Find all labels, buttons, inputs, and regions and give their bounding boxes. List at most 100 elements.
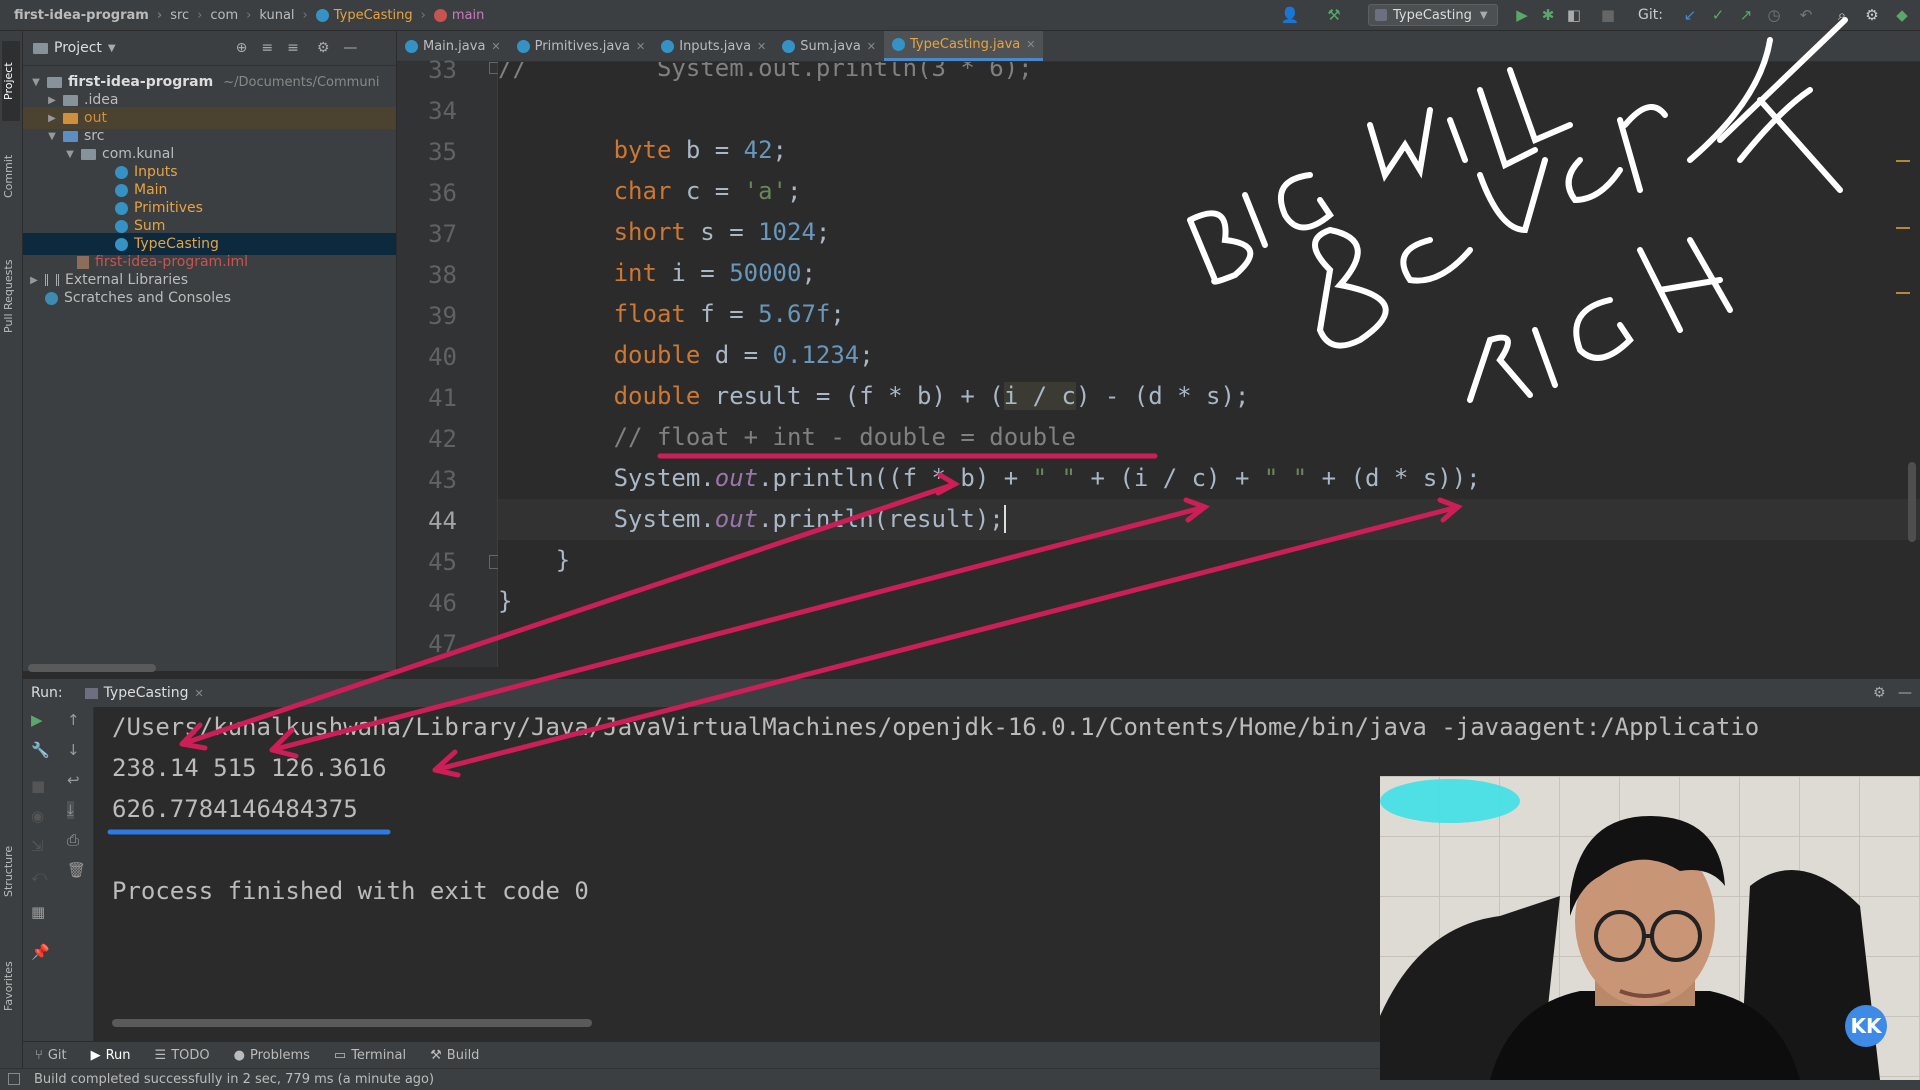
breadcrumb-class[interactable]: TypeCasting › — [312, 8, 430, 23]
layout-icon[interactable]: ▦ — [31, 903, 45, 921]
arrow-up-icon[interactable]: ↑ — [67, 711, 80, 729]
breadcrumb-project[interactable]: first-idea-program › — [0, 8, 166, 23]
git-commit-icon[interactable]: ✓ — [1708, 5, 1728, 25]
code-line: // System.out.println(3 * 6); — [498, 62, 1033, 82]
run-toolbar-primary: ▶ 🔧 ■ ◉ ⇲ ⤺ ▦ 📌 — [23, 707, 59, 1041]
rollback-icon[interactable]: ↶ — [1796, 5, 1816, 25]
tree-item-scratches[interactable]: Scratches and Consoles — [23, 287, 396, 309]
print-icon[interactable]: ⎙ — [67, 831, 79, 849]
run-configuration-select[interactable]: TypeCasting ▼ — [1368, 4, 1498, 26]
expand-arrow-icon[interactable]: ▶ — [45, 113, 59, 124]
tab-sum[interactable]: Sum.java ✕ — [774, 31, 884, 61]
collapse-all-icon[interactable]: ≡ — [287, 40, 299, 56]
run-tool-tab[interactable]: ▶ Run — [79, 1048, 143, 1063]
tab-inputs[interactable]: Inputs.java ✕ — [653, 31, 774, 61]
restore-icon[interactable]: ⤺ — [31, 867, 47, 885]
close-icon[interactable]: ✕ — [867, 40, 876, 53]
java-class-icon — [315, 8, 329, 22]
breadcrumb-method[interactable]: main — [430, 8, 488, 23]
favorites-tool-tab[interactable]: Favorites — [2, 931, 20, 1041]
code-line-current: System.out.println(result); — [498, 499, 1920, 540]
tab-typecasting[interactable]: TypeCasting.java ✕ — [884, 31, 1044, 61]
structure-tool-tab[interactable]: Structure — [2, 821, 20, 921]
stop-icon[interactable]: ■ — [31, 777, 45, 795]
gear-icon[interactable]: ⚙ — [317, 40, 330, 56]
close-icon[interactable]: ✕ — [757, 40, 766, 53]
build-tool-tab[interactable]: ⚒ Build — [418, 1048, 491, 1063]
breadcrumb-src[interactable]: src › — [166, 8, 206, 23]
tab-primitives[interactable]: Primitives.java ✕ — [509, 31, 654, 61]
expand-arrow-icon[interactable]: ▼ — [29, 77, 43, 88]
error-stripe-mark[interactable] — [1896, 292, 1910, 294]
pull-requests-tool-tab[interactable]: Pull Requests — [2, 231, 20, 361]
expand-arrow-icon[interactable]: ▼ — [45, 131, 59, 142]
pin-icon[interactable]: 📌 — [31, 943, 50, 961]
close-icon[interactable]: ✕ — [195, 687, 204, 700]
breadcrumb-kunal[interactable]: kunal › — [255, 8, 311, 23]
code-editor[interactable]: // System.out.println(3 * 6); byte b = 4… — [498, 62, 1920, 667]
commit-tool-tab[interactable]: Commit — [2, 141, 20, 211]
hide-panel-icon[interactable]: — — [343, 40, 357, 56]
hammer-build-icon[interactable]: ⚒ — [1324, 5, 1344, 25]
package-icon — [81, 148, 96, 160]
java-class-icon — [405, 39, 418, 53]
exit-icon[interactable]: ⇲ — [31, 837, 44, 855]
git-update-icon[interactable]: ↙ — [1680, 5, 1700, 25]
line-number: 34 — [428, 97, 457, 125]
rerun-icon[interactable]: ▶ — [31, 711, 43, 729]
project-horizontal-scrollbar[interactable] — [28, 664, 156, 672]
close-icon[interactable]: ✕ — [1026, 38, 1035, 51]
trash-icon[interactable]: 🗑 — [67, 861, 86, 879]
stop-icon[interactable]: ■ — [1598, 5, 1618, 25]
config-icon — [84, 687, 98, 699]
user-icon[interactable]: 👤 — [1280, 5, 1300, 25]
camera-icon[interactable]: ◉ — [31, 807, 44, 825]
run-tab-typecasting[interactable]: TypeCasting ✕ — [77, 679, 212, 707]
breadcrumb-com[interactable]: com › — [206, 8, 255, 23]
soft-wrap-icon[interactable]: ↩ — [67, 771, 80, 789]
problems-tool-tab[interactable]: ● Problems — [222, 1048, 322, 1063]
layout-toggle-icon[interactable] — [8, 1073, 20, 1085]
hide-panel-icon[interactable]: — — [1898, 685, 1912, 701]
todo-tool-tab[interactable]: ☰ TODO — [143, 1048, 222, 1063]
expand-arrow-icon[interactable]: ▶ — [27, 275, 41, 286]
git-history-icon[interactable]: ◷ — [1764, 5, 1784, 25]
gear-icon[interactable]: ⚙ — [1862, 5, 1882, 25]
code-line: float f = 5.67f; — [613, 300, 845, 328]
wrench-icon[interactable]: 🔧 — [31, 741, 50, 759]
line-number: 35 — [428, 138, 457, 166]
plugin-icon[interactable]: ◆ — [1892, 5, 1912, 25]
git-tool-tab[interactable]: ⑂ Git — [23, 1048, 79, 1063]
scroll-to-end-icon[interactable]: ⤓ — [67, 801, 74, 819]
terminal-icon: ▭ — [333, 1047, 347, 1063]
console-horizontal-scrollbar[interactable] — [112, 1019, 592, 1027]
expand-all-icon[interactable]: ≡ — [261, 40, 273, 56]
close-icon[interactable]: ✕ — [491, 40, 500, 53]
expand-arrow-icon[interactable]: ▶ — [45, 95, 59, 106]
git-push-icon[interactable]: ↗ — [1736, 5, 1756, 25]
code-line: short s = 1024; — [613, 218, 831, 246]
list-icon: ☰ — [154, 1047, 167, 1063]
console-line: 626.7784146484375 — [112, 795, 358, 823]
project-tool-tab[interactable]: Project — [2, 41, 20, 121]
debug-icon[interactable]: ✱ — [1538, 5, 1558, 25]
line-number: 36 — [428, 179, 457, 207]
project-panel-title[interactable]: Project — [54, 40, 102, 56]
module-file-icon — [77, 255, 89, 269]
code-line: int i = 50000; — [613, 259, 816, 287]
gear-icon[interactable]: ⚙ — [1873, 685, 1886, 701]
error-stripe-mark[interactable] — [1896, 227, 1910, 229]
run-icon[interactable]: ▶ — [1512, 5, 1532, 25]
coverage-icon[interactable]: ◧ — [1564, 5, 1584, 25]
config-icon — [1375, 9, 1387, 21]
error-stripe-mark[interactable] — [1896, 160, 1910, 162]
close-icon[interactable]: ✕ — [636, 40, 645, 53]
arrow-down-icon[interactable]: ↓ — [67, 741, 80, 759]
chevron-down-icon[interactable]: ▼ — [108, 43, 116, 54]
git-label: Git: — [1638, 7, 1663, 23]
locate-icon[interactable]: ⊕ — [236, 40, 248, 56]
search-icon[interactable]: ⌕ — [1832, 5, 1852, 25]
terminal-tool-tab[interactable]: ▭ Terminal — [322, 1048, 418, 1063]
editor-scrollbar[interactable] — [1908, 462, 1916, 542]
expand-arrow-icon[interactable]: ▼ — [63, 149, 77, 160]
